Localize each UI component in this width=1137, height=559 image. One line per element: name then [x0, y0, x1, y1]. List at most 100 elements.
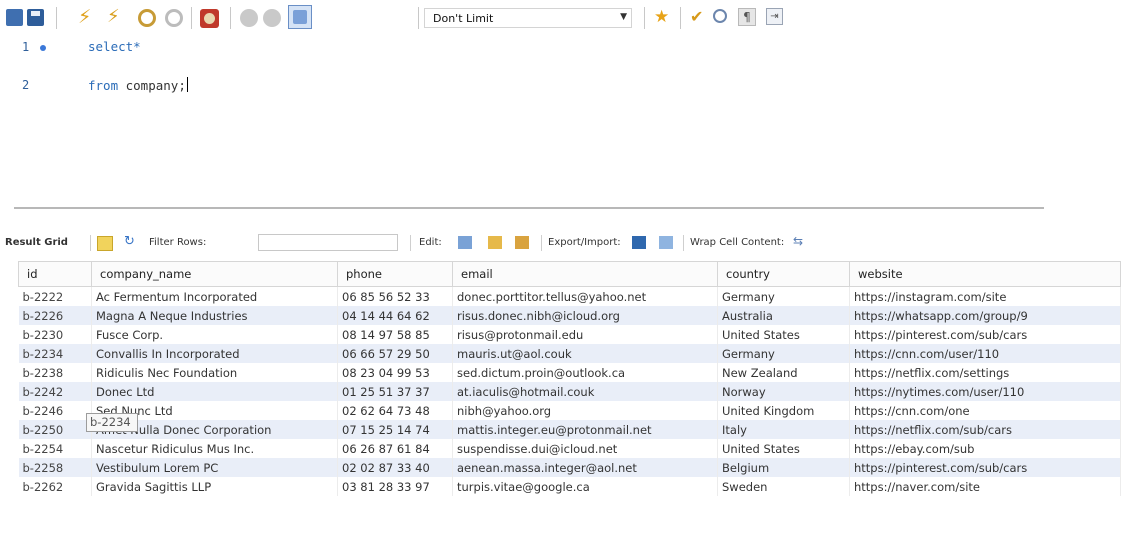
cell-email[interactable]: mauris.ut@aol.couk — [452, 344, 718, 363]
invisible-chars-icon[interactable]: ¶ — [738, 8, 756, 26]
cell-id[interactable]: b-2242 — [18, 382, 92, 401]
cell-company-name[interactable]: Ridiculis Nec Foundation — [91, 363, 338, 382]
column-header-country[interactable]: country — [717, 261, 850, 287]
cell-id[interactable]: b-2226 — [18, 306, 92, 325]
rollback-icon[interactable] — [263, 9, 281, 27]
cell-company-name[interactable]: Nascetur Ridiculus Mus Inc. — [91, 439, 338, 458]
toggle-error-icon[interactable] — [200, 9, 219, 28]
cell-country[interactable]: Sweden — [717, 477, 850, 496]
column-header-id[interactable]: id — [18, 261, 92, 287]
cell-company-name[interactable]: Vestibulum Lorem PC — [91, 458, 338, 477]
table-row[interactable]: b-2258 Vestibulum Lorem PC 02 02 87 33 40 a… — [18, 458, 1121, 477]
cell-country[interactable]: New Zealand — [717, 363, 850, 382]
cell-company-name[interactable]: Donec Ltd — [91, 382, 338, 401]
refresh-icon[interactable]: ↻ — [124, 234, 138, 249]
save-icon[interactable] — [27, 9, 44, 26]
cell-id[interactable]: b-2254 — [18, 439, 92, 458]
cell-id[interactable]: b-2234 — [18, 344, 92, 363]
cell-country[interactable]: United States — [717, 439, 850, 458]
delete-row-icon[interactable] — [515, 236, 529, 249]
result-grid-label[interactable]: Result Grid — [5, 237, 68, 248]
limit-rows-select[interactable]: Don't Limit ▼ — [424, 8, 632, 28]
cell-company-name[interactable]: Magna A Neque Industries — [91, 306, 338, 325]
table-row[interactable]: b-2222 Ac Fermentum Incorporated 06 85 56 … — [18, 286, 1121, 306]
cell-email[interactable]: turpis.vitae@google.ca — [452, 477, 718, 496]
cell-website[interactable]: https://cnn.com/user/110 — [849, 344, 1121, 363]
cell-email[interactable]: aenean.massa.integer@aol.net — [452, 458, 718, 477]
table-row[interactable]: b-2254 Nascetur Ridiculus Mus Inc. 06 26 8… — [18, 439, 1121, 458]
cell-email[interactable]: mattis.integer.eu@protonmail.net — [452, 420, 718, 439]
cell-phone[interactable]: 04 14 44 64 62 — [337, 306, 453, 325]
code-text[interactable]: select* — [88, 39, 141, 54]
column-header-website[interactable]: website — [849, 261, 1121, 287]
cell-phone[interactable]: 08 23 04 99 53 — [337, 363, 453, 382]
cell-country[interactable]: Germany — [717, 286, 850, 306]
column-header-email[interactable]: email — [452, 261, 718, 287]
cell-id[interactable]: b-2262 — [18, 477, 92, 496]
cell-country[interactable]: Germany — [717, 344, 850, 363]
add-row-icon[interactable] — [488, 236, 502, 249]
autocommit-icon[interactable] — [288, 5, 312, 29]
cell-company-name[interactable]: Fusce Corp. — [91, 325, 338, 344]
cell-email[interactable]: nibh@yahoo.org — [452, 401, 718, 420]
cell-country[interactable]: Australia — [717, 306, 850, 325]
cell-country[interactable]: Norway — [717, 382, 850, 401]
cell-website[interactable]: https://nytimes.com/user/110 — [849, 382, 1121, 401]
wrap-cell-icon[interactable]: ⇆ — [793, 234, 807, 248]
cell-id[interactable]: b-2246 — [18, 401, 92, 420]
stop-icon[interactable] — [165, 9, 183, 27]
table-row[interactable]: b-2226 Magna A Neque Industries 04 14 44 6… — [18, 306, 1121, 325]
table-row[interactable]: b-2242 Donec Ltd 01 25 51 37 37 at.iaculis@… — [18, 382, 1121, 401]
explain-icon[interactable] — [138, 9, 156, 27]
edit-row-icon[interactable] — [458, 236, 472, 249]
commit-icon[interactable] — [240, 9, 258, 27]
cell-id[interactable]: b-2250 — [18, 420, 92, 439]
cell-website[interactable]: https://pinterest.com/sub/cars — [849, 325, 1121, 344]
cell-phone[interactable]: 07 15 25 14 74 — [337, 420, 453, 439]
cell-phone[interactable]: 03 81 28 33 97 — [337, 477, 453, 496]
cell-company-name[interactable]: Convallis In Incorporated — [91, 344, 338, 363]
column-header-company-name[interactable]: company_name — [91, 261, 338, 287]
cell-website[interactable]: https://naver.com/site — [849, 477, 1121, 496]
find-icon[interactable] — [713, 9, 727, 23]
cell-country[interactable]: United States — [717, 325, 850, 344]
cell-phone[interactable]: 06 66 57 29 50 — [337, 344, 453, 363]
column-header-phone[interactable]: phone — [337, 261, 453, 287]
cell-id[interactable]: b-2238 — [18, 363, 92, 382]
cell-country[interactable]: United Kingdom — [717, 401, 850, 420]
open-file-icon[interactable] — [6, 9, 23, 26]
cell-phone[interactable]: 01 25 51 37 37 — [337, 382, 453, 401]
table-row[interactable]: b-2262 Gravida Sagittis LLP 03 81 28 33 97… — [18, 477, 1121, 496]
execute-current-icon[interactable]: ⚡ — [107, 6, 124, 27]
code-text[interactable]: from company; — [88, 77, 188, 93]
panel-splitter[interactable] — [14, 207, 1044, 209]
cell-company-name[interactable]: Ac Fermentum Incorporated — [91, 286, 338, 306]
execute-icon[interactable]: ⚡ — [78, 6, 95, 28]
add-snippet-icon[interactable]: ✔ — [690, 7, 707, 26]
cell-phone[interactable]: 08 14 97 58 85 — [337, 325, 453, 344]
wrap-icon[interactable]: ⇥ — [766, 8, 783, 25]
cell-id[interactable]: b-2258 — [18, 458, 92, 477]
cell-company-name[interactable]: Gravida Sagittis LLP — [91, 477, 338, 496]
cell-phone[interactable]: 06 26 87 61 84 — [337, 439, 453, 458]
cell-phone[interactable]: 02 02 87 33 40 — [337, 458, 453, 477]
cell-website[interactable]: https://instagram.com/site — [849, 286, 1121, 306]
table-row[interactable]: b-2238 Ridiculis Nec Foundation 08 23 04 9… — [18, 363, 1121, 382]
cell-email[interactable]: at.iaculis@hotmail.couk — [452, 382, 718, 401]
cell-country[interactable]: Italy — [717, 420, 850, 439]
cell-phone[interactable]: 06 85 56 52 33 — [337, 286, 453, 306]
cell-id[interactable]: b-2230 — [18, 325, 92, 344]
table-row[interactable]: b-2250 Amet Nulla Donec Corporation 07 15 … — [18, 420, 1121, 439]
cell-email[interactable]: suspendisse.dui@icloud.net — [452, 439, 718, 458]
beautify-icon[interactable]: ★ — [654, 7, 671, 27]
cell-website[interactable]: https://whatsapp.com/group/9 — [849, 306, 1121, 325]
cell-email[interactable]: risus.donec.nibh@icloud.org — [452, 306, 718, 325]
cell-website[interactable]: https://pinterest.com/sub/cars — [849, 458, 1121, 477]
cell-email[interactable]: sed.dictum.proin@outlook.ca — [452, 363, 718, 382]
table-row[interactable]: b-2230 Fusce Corp. 08 14 97 58 85 risus@pro… — [18, 325, 1121, 344]
cell-website[interactable]: https://netflix.com/sub/cars — [849, 420, 1121, 439]
cell-website[interactable]: https://netflix.com/settings — [849, 363, 1121, 382]
cell-website[interactable]: https://cnn.com/one — [849, 401, 1121, 420]
cell-phone[interactable]: 02 62 64 73 48 — [337, 401, 453, 420]
import-icon[interactable] — [659, 236, 673, 249]
